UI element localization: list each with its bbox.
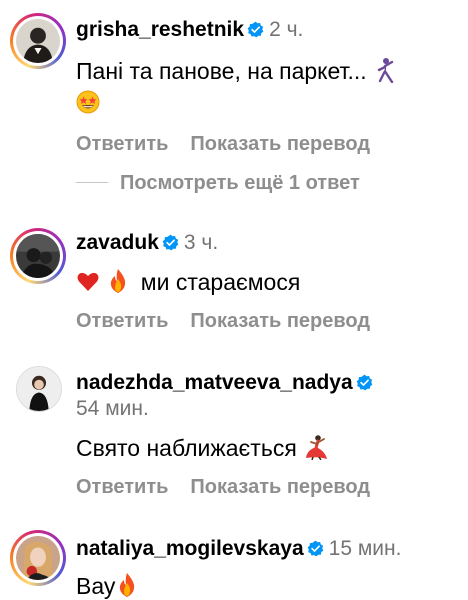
avatar[interactable] [10, 530, 66, 586]
fire-emoji [106, 268, 130, 294]
view-replies-button[interactable]: Посмотреть ещё 1 ответ [76, 172, 360, 195]
avatar-image [16, 536, 60, 580]
comment-text-block: Вау [76, 570, 458, 600]
verified-badge-icon [356, 374, 373, 391]
view-replies-label: Посмотреть ещё 1 ответ [120, 172, 360, 194]
comment-item: nadezhda_matveeva_nadya 54 мин. Свято наб… [0, 360, 468, 510]
comment-text: Вау [76, 573, 116, 599]
comment-text-block: Свято наближається [76, 432, 458, 464]
comment-item: zavaduk 3 ч. ми стараємося Ответить Показа… [0, 218, 468, 338]
avatar[interactable] [16, 366, 62, 412]
reply-button[interactable]: Ответить [76, 310, 168, 332]
comment-time: 2 ч. [269, 18, 304, 41]
comment-text-block: Пані та панове, на паркет... [76, 55, 458, 119]
translate-button[interactable]: Показать перевод [190, 476, 370, 498]
verified-badge-icon [307, 540, 324, 557]
verified-badge-icon [162, 234, 179, 251]
avatar-image [16, 234, 60, 278]
divider [76, 182, 108, 183]
fire-emoji [115, 572, 139, 598]
translate-button[interactable]: Показать перевод [190, 133, 370, 155]
avatar-image [17, 367, 61, 411]
comment-item: nataliya_mogilevskaya 15 мин. Вау [0, 520, 468, 600]
avatar[interactable] [10, 228, 66, 284]
comment-text: Свято наближається [76, 435, 297, 461]
username[interactable]: nataliya_mogilevskaya [76, 537, 304, 560]
flamenco-dancer-emoji [303, 434, 331, 460]
username[interactable]: nadezhda_matveeva_nadya [76, 371, 353, 394]
red-heart-emoji [76, 268, 100, 294]
username[interactable]: zavaduk [76, 231, 159, 254]
comment-time: 15 мин. [328, 537, 402, 560]
comment-text: ми стараємося [140, 269, 301, 295]
verified-badge-icon [247, 21, 264, 38]
comment-time: 3 ч. [183, 231, 219, 254]
translate-button[interactable]: Показать перевод [190, 310, 370, 332]
reply-button[interactable]: Ответить [76, 476, 168, 498]
star-struck-emoji [76, 89, 100, 115]
avatar[interactable] [10, 13, 66, 69]
comment-item: grisha_reshetnik 2 ч. Пані та панове, на … [0, 0, 468, 160]
comment-time: 54 мин. [76, 397, 149, 420]
avatar-image [16, 19, 60, 63]
comment-text-block: ми стараємося [76, 266, 458, 298]
username[interactable]: grisha_reshetnik [76, 18, 244, 41]
comment-text: Пані та панове, на паркет... [76, 58, 367, 84]
reply-button[interactable]: Ответить [76, 133, 168, 155]
dancer-emoji [373, 57, 397, 83]
